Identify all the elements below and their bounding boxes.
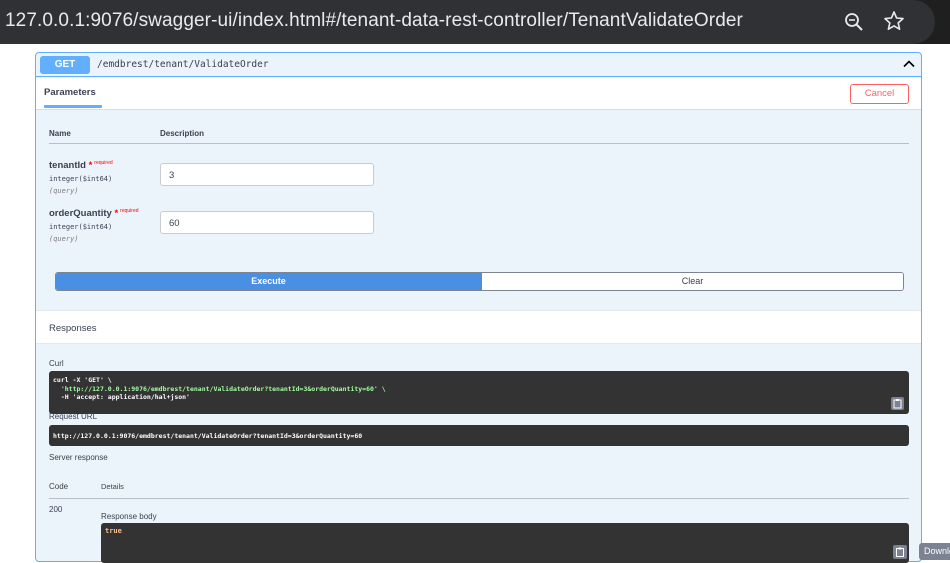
responses-title: Responses <box>49 323 97 334</box>
server-response-label: Server response <box>49 453 108 462</box>
param-type-tenantid: integer($int64) <box>49 175 113 183</box>
zoom-icon[interactable] <box>843 11 865 33</box>
parameters-header: Parameters Cancel <box>36 78 921 110</box>
curl-line-1: curl -X 'GET' \ <box>53 376 112 384</box>
cancel-button[interactable]: Cancel <box>850 84 909 104</box>
response-body-value: true <box>105 527 122 535</box>
column-name-header: Name <box>49 129 71 138</box>
operation-summary[interactable]: GET /emdbrest/tenant/ValidateOrder <box>36 53 921 77</box>
request-url-label: Request URL <box>49 412 98 421</box>
address-bar-url[interactable]: 127.0.0.1:9076/swagger-ui/index.html#/te… <box>5 10 743 32</box>
curl-line-2: 'http://127.0.0.1:9076/emdbrest/tenant/V… <box>53 385 386 393</box>
download-button[interactable]: Download <box>919 543 950 560</box>
request-url-value: http://127.0.0.1:9076/emdbrest/tenant/Va… <box>53 432 363 440</box>
star-icon[interactable] <box>883 10 905 32</box>
curl-code-block[interactable]: curl -X 'GET' \ 'http://127.0.0.1:9076/e… <box>49 371 909 414</box>
clear-button[interactable]: Clear <box>481 273 903 290</box>
param-in-orderquantity: (query) <box>49 235 79 243</box>
responses-header: Responses <box>36 310 921 344</box>
response-body-label: Response body <box>101 512 157 521</box>
divider <box>49 498 909 499</box>
execute-button-group: Execute Clear <box>55 272 904 291</box>
toolbar-edge <box>938 0 950 44</box>
param-in-tenantid: (query) <box>49 187 79 195</box>
address-bar[interactable]: 127.0.0.1:9076/swagger-ui/index.html#/te… <box>0 0 935 44</box>
operation-block: GET /emdbrest/tenant/ValidateOrder Param… <box>35 52 950 563</box>
browser-toolbar: 127.0.0.1:9076/swagger-ui/index.html#/te… <box>0 0 950 44</box>
clipboard-icon[interactable] <box>891 397 904 410</box>
divider <box>49 143 909 144</box>
param-name-tenantid: tenantId * required <box>49 160 113 172</box>
operation-path: /emdbrest/tenant/ValidateOrder <box>97 59 269 70</box>
orderquantity-input[interactable]: 60 <box>160 211 374 234</box>
execute-button[interactable]: Execute <box>56 273 481 290</box>
response-body-block[interactable]: true Download <box>101 523 950 563</box>
param-name-orderquantity: orderQuantity * required <box>49 208 139 220</box>
curl-label: Curl <box>49 359 64 368</box>
column-description-header: Description <box>160 129 205 138</box>
tenantid-input[interactable]: 3 <box>160 163 374 186</box>
tab-underline <box>44 105 102 108</box>
curl-line-3: -H 'accept: application/hal+json' <box>53 393 190 401</box>
swagger-page: GET /emdbrest/tenant/ValidateOrder Param… <box>0 44 950 563</box>
clipboard-icon[interactable] <box>893 545 907 559</box>
column-code-header: Code <box>49 482 69 491</box>
method-badge: GET <box>40 56 90 74</box>
response-code: 200 <box>49 505 63 514</box>
column-details-header: Details <box>101 482 124 491</box>
tab-parameters[interactable]: Parameters <box>44 87 96 98</box>
chevron-up-icon[interactable] <box>902 57 916 71</box>
param-type-orderquantity: integer($int64) <box>49 223 113 231</box>
request-url-block[interactable]: http://127.0.0.1:9076/emdbrest/tenant/Va… <box>49 425 909 446</box>
